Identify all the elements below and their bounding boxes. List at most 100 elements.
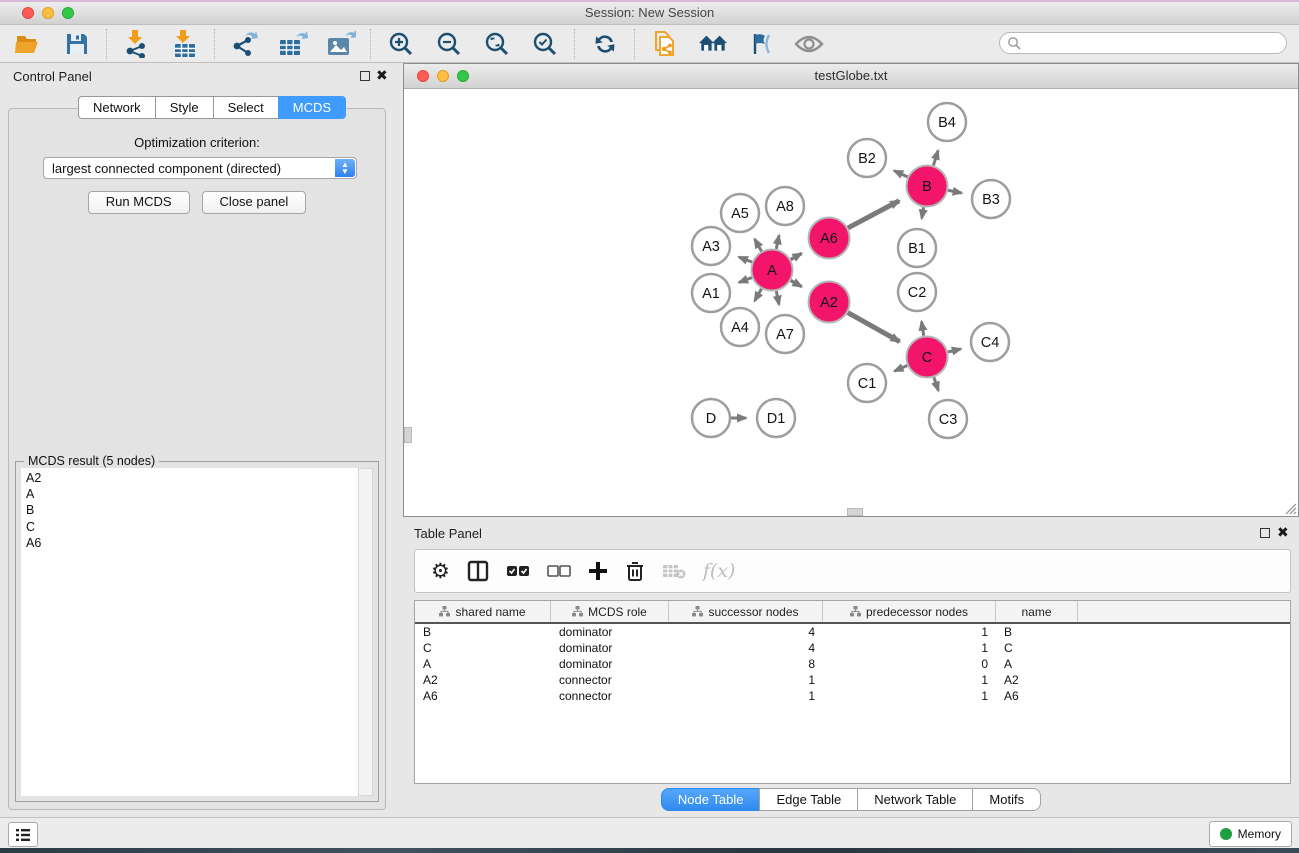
table-header-row[interactable]: shared nameMCDS rolesuccessor nodesprede…	[415, 601, 1290, 624]
tab-node-table[interactable]: Node Table	[661, 788, 760, 811]
table-close-icon[interactable]: ✖	[1277, 524, 1289, 541]
function-builder-icon[interactable]: f(x)	[703, 557, 736, 585]
column-header-name[interactable]: name	[996, 601, 1078, 622]
float-panel-icon[interactable]	[360, 71, 370, 81]
tab-motifs[interactable]: Motifs	[972, 788, 1041, 811]
result-item[interactable]: A2	[26, 470, 358, 486]
cell[interactable]: C	[415, 640, 551, 656]
network-window-titlebar[interactable]: testGlobe.txt	[404, 64, 1298, 89]
node-B1[interactable]: B1	[898, 229, 936, 267]
node-A6[interactable]: A6	[809, 218, 850, 259]
node-B3[interactable]: B3	[972, 180, 1010, 218]
node-A1[interactable]: A1	[692, 274, 730, 312]
zoom-selected-icon[interactable]	[530, 29, 560, 59]
edge-C-C1[interactable]	[895, 366, 908, 372]
network-canvas[interactable]: B4B2BB3A8A5A6A3B1AC2A1A2A4A7C4CC1C3DD1	[404, 89, 1298, 516]
zoom-out-icon[interactable]	[434, 29, 464, 59]
select-all-checkboxes-icon[interactable]	[506, 557, 530, 585]
network-graph[interactable]: B4B2BB3A8A5A6A3B1AC2A1A2A4A7C4CC1C3DD1	[404, 89, 1298, 517]
table-row[interactable]: Cdominator41C	[415, 640, 1290, 656]
cell[interactable]: A2	[415, 672, 551, 688]
cell[interactable]: 1	[823, 640, 996, 656]
table-body[interactable]: Bdominator41BCdominator41CAdominator80AA…	[415, 624, 1290, 704]
edge-B-B1[interactable]	[922, 207, 924, 218]
edge-C-C3[interactable]	[934, 377, 938, 390]
node-D1[interactable]: D1	[757, 399, 795, 437]
cell[interactable]: dominator	[551, 624, 669, 640]
canvas-vscroll-thumb[interactable]	[404, 427, 412, 443]
search-input[interactable]	[999, 32, 1287, 54]
cell[interactable]: 1	[823, 688, 996, 704]
node-table[interactable]: shared nameMCDS rolesuccessor nodesprede…	[414, 600, 1291, 784]
refresh-view-icon[interactable]	[590, 29, 620, 59]
node-C3[interactable]: C3	[929, 400, 967, 438]
node-A2[interactable]: A2	[809, 282, 850, 323]
cell[interactable]: connector	[551, 672, 669, 688]
cell[interactable]: dominator	[551, 656, 669, 672]
edge-A-A1[interactable]	[739, 278, 752, 283]
close-panel-button[interactable]: Close panel	[202, 191, 307, 214]
result-item[interactable]: B	[26, 502, 358, 518]
node-A7[interactable]: A7	[766, 315, 804, 353]
table-row[interactable]: A6connector11A6	[415, 688, 1290, 704]
gear-icon[interactable]: ⚙	[431, 557, 450, 585]
tab-network-table[interactable]: Network Table	[857, 788, 972, 811]
cell[interactable]: B	[996, 624, 1078, 640]
cell[interactable]: 1	[669, 688, 823, 704]
tab-mcds[interactable]: MCDS	[278, 96, 346, 119]
tab-network[interactable]: Network	[78, 96, 155, 119]
edge-B-B4[interactable]	[933, 151, 938, 166]
canvas-hscroll-thumb[interactable]	[847, 508, 863, 516]
node-B4[interactable]: B4	[928, 103, 966, 141]
cell[interactable]: 1	[823, 672, 996, 688]
cell[interactable]: A6	[996, 688, 1078, 704]
edge-A-A2[interactable]	[791, 281, 802, 287]
columns-icon[interactable]	[467, 557, 489, 585]
cell[interactable]: A	[996, 656, 1078, 672]
node-C2[interactable]: C2	[898, 273, 936, 311]
cell[interactable]: B	[415, 624, 551, 640]
node-B2[interactable]: B2	[848, 139, 886, 177]
export-network-icon[interactable]	[230, 29, 260, 59]
add-column-icon[interactable]	[588, 557, 608, 585]
result-item[interactable]: A	[26, 486, 358, 502]
edge-B-B3[interactable]	[948, 190, 962, 193]
resize-grip-icon[interactable]	[1282, 500, 1297, 515]
edge-A-A8[interactable]	[776, 235, 779, 249]
delete-column-icon[interactable]	[625, 557, 645, 585]
cell[interactable]: 1	[669, 672, 823, 688]
export-image-icon[interactable]	[326, 29, 356, 59]
edge-A-A5[interactable]	[755, 239, 762, 251]
column-header-successor-nodes[interactable]: successor nodes	[669, 601, 823, 622]
column-header-MCDS-role[interactable]: MCDS role	[551, 601, 669, 622]
result-scrollbar[interactable]	[358, 468, 373, 796]
show-panel-button[interactable]	[8, 822, 38, 847]
tab-select[interactable]: Select	[213, 96, 278, 119]
edge-C-C2[interactable]	[922, 322, 924, 336]
zoom-in-icon[interactable]	[386, 29, 416, 59]
cell[interactable]: dominator	[551, 640, 669, 656]
tab-edge-table[interactable]: Edge Table	[759, 788, 857, 811]
mcds-result-list[interactable]: A2ABCA6	[21, 468, 358, 796]
import-network-icon[interactable]	[122, 29, 152, 59]
edge-B-B2[interactable]	[894, 171, 907, 177]
node-A[interactable]: A	[752, 250, 793, 291]
result-item[interactable]: A6	[26, 535, 358, 551]
node-D[interactable]: D	[692, 399, 730, 437]
delete-table-icon[interactable]	[662, 557, 686, 585]
edge-A6-B[interactable]	[848, 201, 899, 228]
node-A4[interactable]: A4	[721, 308, 759, 346]
unselect-all-checkboxes-icon[interactable]	[547, 557, 571, 585]
home-views-icon[interactable]	[698, 29, 728, 59]
cell[interactable]: 8	[669, 656, 823, 672]
close-panel-icon[interactable]: ✖	[376, 67, 388, 84]
cell[interactable]: A6	[415, 688, 551, 704]
edge-A-A4[interactable]	[755, 289, 762, 301]
cell[interactable]: C	[996, 640, 1078, 656]
result-item[interactable]: C	[26, 519, 358, 535]
edge-A-A3[interactable]	[739, 257, 752, 262]
edge-A-A6[interactable]	[791, 253, 802, 259]
open-session-icon[interactable]	[14, 29, 44, 59]
duplicate-network-icon[interactable]	[650, 29, 680, 59]
cell[interactable]: A2	[996, 672, 1078, 688]
